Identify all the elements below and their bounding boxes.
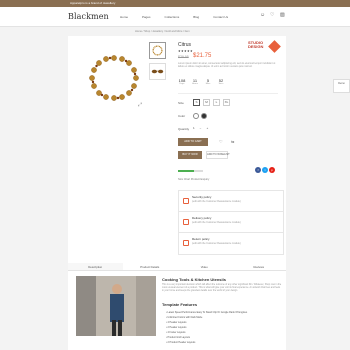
shield-icon	[183, 198, 189, 204]
add-to-cart-button[interactable]: ADD TO CART	[178, 138, 208, 146]
countdown-timer: 108 Days 11 Hours 5 Mins 52 Secs	[178, 78, 225, 85]
product-title: Citrus	[178, 42, 192, 48]
nav-item-contact[interactable]: Contact Us	[213, 15, 228, 19]
cart-icon[interactable]: ▧	[280, 13, 285, 18]
old-price: $29.95	[178, 55, 189, 59]
twitter-share-icon[interactable]: t	[262, 167, 268, 173]
quantity-stepper[interactable]: 1 − +	[193, 126, 208, 130]
nav-item-home[interactable]: Home	[120, 15, 128, 19]
countdown-secs: 52 Secs	[218, 78, 224, 85]
size-option-l[interactable]: L	[213, 99, 220, 106]
color-options	[193, 113, 207, 119]
tab-description[interactable]: Description	[68, 263, 123, 270]
tab-video[interactable]: Video	[177, 263, 232, 270]
buy-now-button[interactable]: BUY IT NOW	[178, 151, 202, 159]
quantity-minus-icon[interactable]: −	[200, 126, 202, 130]
countdown-mins: 5 Mins	[205, 78, 211, 85]
size-option-m[interactable]: M	[203, 99, 210, 106]
feature-item: • Unlimited Colors with Dark Mode	[166, 316, 203, 319]
feature-item: • 4 Footer Layouts	[166, 331, 186, 334]
color-label: Color	[178, 114, 186, 118]
facebook-share-icon[interactable]: f	[255, 167, 261, 173]
size-label: Size	[178, 101, 184, 105]
brand-logo: STUDIO DESIGN	[248, 40, 264, 50]
policy-title: Security policy	[192, 195, 212, 199]
zoom-icon[interactable]: ⤢	[138, 102, 142, 108]
feature-item: • 2 Header Layouts	[166, 326, 187, 329]
color-swatch-black[interactable]	[201, 113, 207, 119]
product-links[interactable]: Size Chart Product Enquiry	[178, 178, 209, 181]
top-announcement-bar: Apparelpro is a brand of Jewellery	[0, 0, 350, 7]
stock-progress-fill	[178, 170, 195, 172]
policy-security: Security policy (edit with the Customer …	[178, 190, 284, 213]
nav-item-blog[interactable]: Blog	[193, 15, 199, 19]
content-title: Cooking Tools & Kitchen Utensils	[162, 277, 226, 282]
site-logo[interactable]: Blackmen	[68, 12, 109, 21]
add-to-wishlist-button[interactable]: ADD TO WISHLIST	[206, 151, 230, 159]
feature-item: • Product Grid Layouts	[166, 336, 190, 339]
policy-title: Delivery policy	[192, 216, 212, 220]
policy-text: (edit with the Customer Reassurance modu…	[192, 221, 241, 224]
countdown-days: 108 Days	[178, 78, 186, 85]
announcement-text: Apparelpro is a brand of Jewellery	[70, 1, 116, 5]
product-tabs: Description Product Details Video Review…	[68, 263, 286, 271]
site-header: Blackmen Home Pages Collections Blog Con…	[0, 7, 350, 27]
lifestyle-photo	[76, 276, 156, 336]
size-option-s[interactable]: S	[193, 99, 200, 106]
product-description: Lorem ipsum dolor sit amet, consectetur …	[178, 62, 276, 69]
breadcrumb[interactable]: Home / Shop / Jewellery / Gold and More …	[135, 30, 190, 33]
nav-item-collections[interactable]: Collections	[165, 15, 180, 19]
stock-progress-bar	[178, 170, 203, 172]
heart-icon[interactable]: ♡	[270, 13, 275, 18]
side-demo-widget[interactable]: Demo	[333, 79, 350, 93]
feature-item: • 2 Product Header Layouts	[166, 341, 196, 344]
quantity-plus-icon[interactable]: +	[206, 126, 208, 130]
header-icons: ☺ ♡ ▧	[260, 13, 285, 18]
quantity-label: Quantity	[178, 127, 190, 131]
user-icon[interactable]: ☺	[260, 13, 265, 18]
content-text: This is a very important decision which …	[162, 284, 282, 293]
policy-text: (edit with the Customer Reassurance modu…	[192, 242, 241, 245]
truck-icon	[183, 219, 189, 225]
current-price: $21.75	[193, 53, 212, 59]
thumbnail-bracelet[interactable]	[149, 42, 166, 59]
color-swatch-white[interactable]	[193, 113, 199, 119]
feature-item: • 4 Header Layouts	[166, 321, 187, 324]
size-options: S M L XL	[193, 99, 230, 106]
policy-delivery: Delivery policy (edit with the Customer …	[178, 211, 284, 234]
features-title: Template Features	[162, 302, 198, 307]
thumbnail-sunglasses[interactable]	[149, 63, 166, 80]
policy-return: Return policy (edit with the Customer Re…	[178, 232, 284, 255]
countdown-hours: 11 Hours	[192, 78, 198, 85]
pinterest-share-icon[interactable]: p	[269, 167, 275, 173]
rating-stars: ★★★★★	[178, 49, 193, 53]
divider	[178, 93, 278, 94]
tab-reviews[interactable]: Reviews	[232, 263, 287, 270]
nav-item-pages[interactable]: Pages	[142, 15, 151, 19]
product-main-image[interactable]	[82, 48, 146, 112]
compare-icon[interactable]: ⇆	[231, 139, 234, 144]
size-option-xl[interactable]: XL	[223, 99, 230, 106]
quantity-value[interactable]: 1	[193, 126, 195, 130]
brand-logo-line2: DESIGN	[248, 44, 264, 50]
policy-text: (edit with the Customer Reassurance modu…	[192, 200, 241, 203]
main-nav: Home Pages Collections Blog Contact Us	[120, 15, 228, 19]
wishlist-heart-icon[interactable]: ♡	[219, 139, 223, 144]
tab-product-details[interactable]: Product Details	[123, 263, 178, 270]
feature-item: • Latest Speed Performance Easy To Stand…	[166, 311, 248, 314]
product-thumbnails	[149, 42, 166, 84]
policy-title: Return policy	[192, 237, 210, 241]
return-icon	[183, 240, 189, 246]
